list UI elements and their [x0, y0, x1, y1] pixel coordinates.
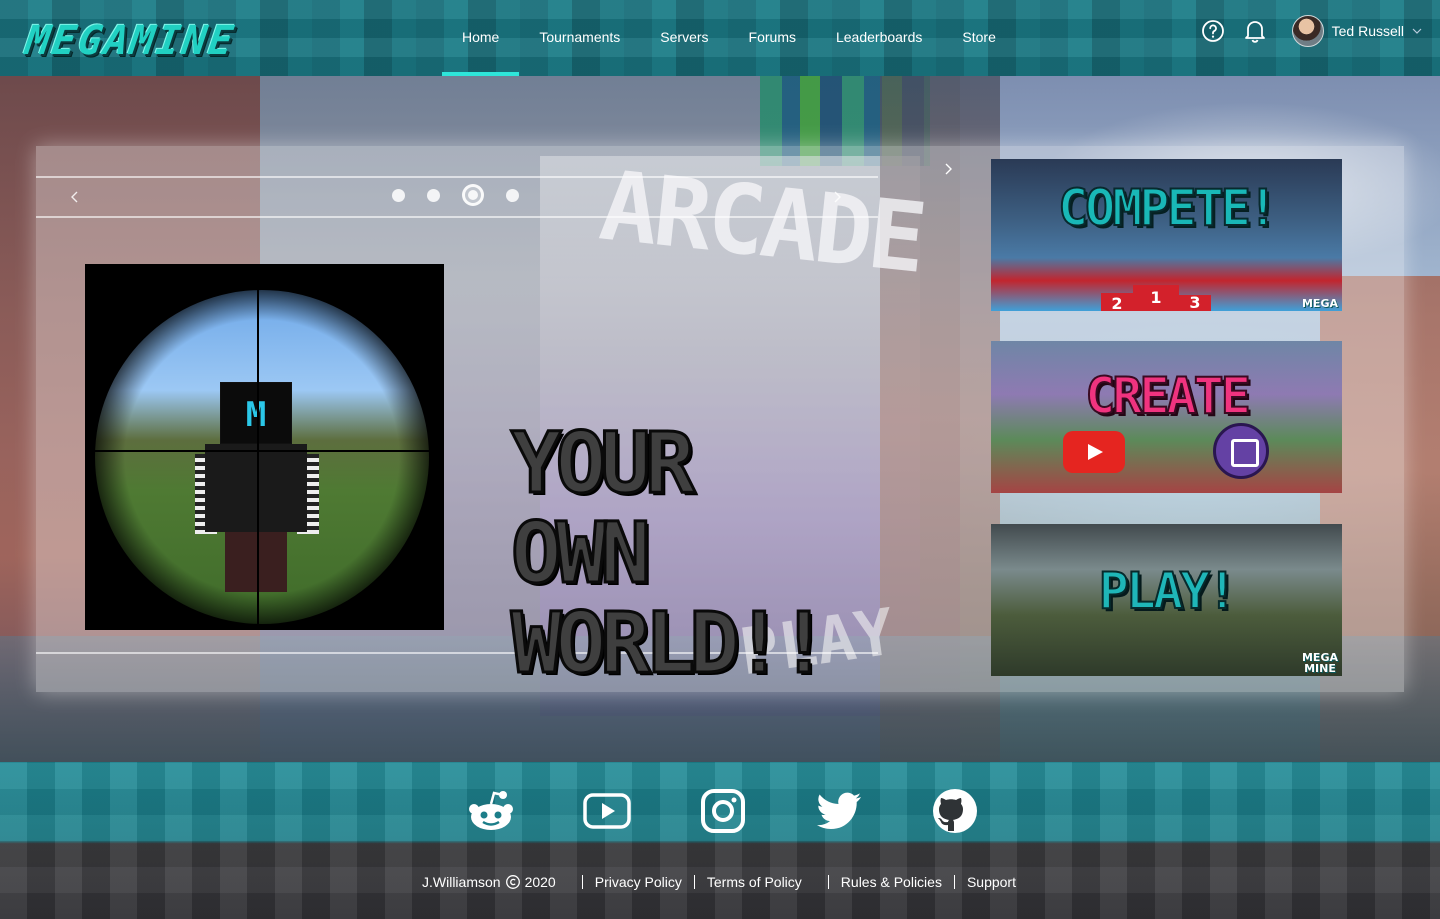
podium-second: 2	[1101, 293, 1133, 311]
carousel-next-icon[interactable]	[830, 190, 844, 204]
play-banner[interactable]: PLAY! MEGA MINE	[991, 524, 1342, 676]
badge-line: MINE	[1304, 662, 1336, 675]
slide-headline-line: WORLD!!	[510, 594, 831, 692]
avatar	[1291, 15, 1324, 47]
hero-section: ARCADE PLAY M YOUR OWN WORLD!! 2 1 3 COM…	[0, 76, 1440, 762]
twitch-icon	[1213, 423, 1269, 479]
carousel-top-rule	[36, 176, 878, 178]
social-links	[466, 786, 980, 836]
instagram-icon[interactable]	[698, 786, 748, 836]
footer-divider	[581, 875, 583, 889]
nav-home[interactable]: Home	[442, 0, 520, 76]
carousel-dots-rule	[36, 216, 878, 218]
nav-forums[interactable]: Forums	[729, 0, 816, 76]
compete-banner-title: COMPETE!	[1057, 178, 1279, 238]
copyright-icon	[505, 875, 520, 889]
megamine-logo-badge: MEGA MINE	[1302, 652, 1338, 674]
youtube-icon[interactable]	[582, 786, 632, 836]
crosshair-horizontal	[85, 450, 444, 452]
reddit-icon[interactable]	[466, 786, 516, 836]
header-actions: Ted Russell	[1200, 14, 1422, 48]
character-legs	[225, 532, 287, 592]
youtube-icon	[1063, 431, 1125, 473]
chevron-down-icon	[1412, 28, 1422, 34]
nav-leaderboards[interactable]: Leaderboards	[816, 0, 942, 76]
character-body	[205, 444, 307, 532]
podium-first: 1	[1133, 285, 1179, 311]
slide-image-scope: M	[85, 264, 444, 630]
carousel-dot[interactable]	[427, 188, 440, 202]
slide-headline: YOUR OWN WORLD!!	[510, 414, 841, 692]
carousel-dot[interactable]	[506, 188, 519, 202]
nav-servers[interactable]: Servers	[640, 0, 728, 76]
bell-icon[interactable]	[1242, 18, 1268, 44]
terms-link[interactable]: Terms of Policy	[707, 874, 802, 890]
carousel-dots	[392, 184, 519, 206]
create-banner-title: CREATE	[1084, 366, 1252, 426]
copyright-year: 2020	[524, 874, 556, 890]
nav-tournaments[interactable]: Tournaments	[519, 0, 640, 76]
character-head-logo: M	[245, 395, 267, 435]
mega-logo-badge: MEGA	[1301, 297, 1338, 310]
nav-store[interactable]: Store	[942, 0, 1015, 76]
footer-divider	[953, 875, 955, 889]
twitter-icon[interactable]	[814, 786, 864, 836]
side-banners-next-icon[interactable]	[943, 162, 955, 176]
footer-divider	[693, 875, 695, 889]
copyright: J.Williamson 2020	[422, 874, 556, 890]
compete-banner[interactable]: 2 1 3 COMPETE! MEGA	[991, 159, 1342, 311]
copyright-author: J.Williamson	[422, 874, 501, 890]
character-head: M	[220, 382, 292, 444]
carousel-prev-icon[interactable]	[68, 190, 82, 204]
scope-view: M	[95, 290, 429, 624]
carousel-dot-active[interactable]	[462, 184, 484, 206]
support-link[interactable]: Support	[967, 874, 1016, 890]
slide-headline-line: YOUR	[510, 414, 697, 512]
podium-third: 3	[1179, 295, 1211, 311]
top-navbar: MEGAMINE Home Tournaments Servers Forums…	[0, 0, 1440, 76]
footer: J.Williamson 2020 Privacy Policy Terms o…	[0, 762, 1440, 919]
footer-divider	[827, 875, 829, 889]
slide-headline-line: OWN	[510, 504, 653, 602]
carousel-dot[interactable]	[392, 188, 405, 202]
user-name: Ted Russell	[1331, 23, 1404, 39]
play-banner-title: PLAY!	[1098, 561, 1239, 621]
help-icon[interactable]	[1200, 18, 1226, 44]
megamine-logo[interactable]: MEGAMINE	[23, 18, 238, 64]
privacy-policy-link[interactable]: Privacy Policy	[595, 874, 682, 890]
crosshair-vertical	[257, 264, 259, 630]
footer-links: J.Williamson 2020 Privacy Policy Terms o…	[422, 874, 1016, 890]
main-nav: Home Tournaments Servers Forums Leaderbo…	[442, 0, 1016, 76]
hero-carousel: M YOUR OWN WORLD!!	[36, 146, 878, 690]
rules-policies-link[interactable]: Rules & Policies	[841, 874, 942, 890]
github-icon[interactable]	[930, 786, 980, 836]
create-banner[interactable]: CREATE	[991, 341, 1342, 493]
user-menu[interactable]: Ted Russell	[1291, 15, 1422, 47]
